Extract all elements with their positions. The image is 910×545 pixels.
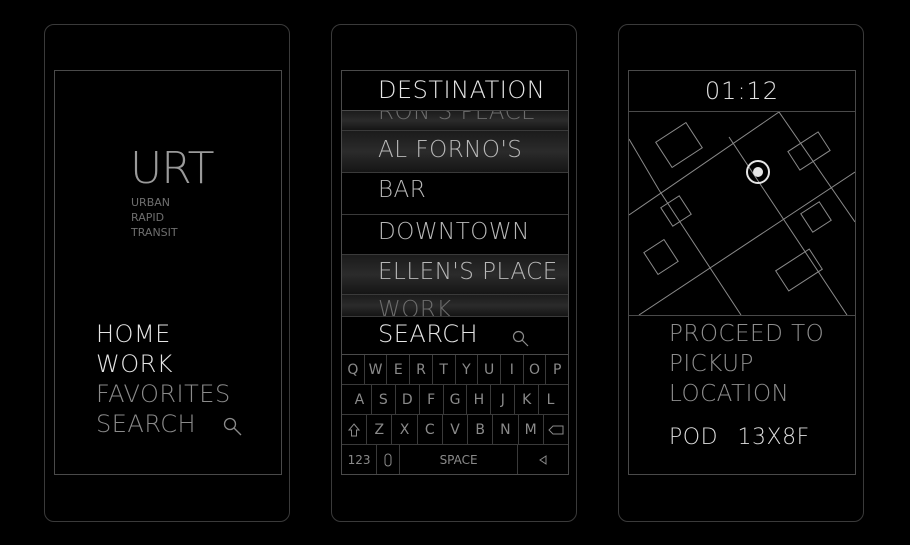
key-v[interactable]: V: [443, 415, 469, 444]
key-t[interactable]: T: [433, 355, 456, 384]
menu-item-home[interactable]: HOME: [96, 319, 231, 349]
home-screen: URT URBAN RAPID TRANSIT HOME WORK FAVORI…: [54, 70, 282, 475]
key-x[interactable]: X: [392, 415, 418, 444]
destination-title: DESTINATION: [378, 76, 546, 104]
search-icon[interactable]: [512, 326, 530, 354]
list-item[interactable]: RON'S PLACE: [342, 111, 568, 131]
space-key[interactable]: SPACE: [400, 445, 519, 474]
send-icon[interactable]: [518, 445, 568, 474]
key-z[interactable]: Z: [367, 415, 393, 444]
keyboard-row-1: Q W E R T Y U I O P: [342, 355, 568, 385]
list-item[interactable]: WORK: [342, 295, 568, 317]
instruction-line: PICKUP: [669, 351, 754, 377]
pod-info: POD 13X8F: [669, 425, 810, 450]
list-item[interactable]: ELLEN'S PLACE: [342, 255, 568, 295]
key-p[interactable]: P: [546, 355, 568, 384]
destination-screen: DESTINATION RON'S PLACE AL FORNO'S BAR D…: [341, 70, 569, 475]
search-label: SEARCH: [378, 320, 479, 348]
keyboard: Q W E R T Y U I O P A S D F G H J K L Z …: [342, 355, 568, 474]
search-icon[interactable]: [223, 417, 243, 441]
key-y[interactable]: Y: [456, 355, 479, 384]
phone-destination: DESTINATION RON'S PLACE AL FORNO'S BAR D…: [331, 24, 577, 522]
app-logo: URT: [130, 143, 214, 194]
key-r[interactable]: R: [410, 355, 433, 384]
pod-label: POD: [669, 425, 719, 450]
pickup-map[interactable]: [629, 111, 855, 316]
shift-icon[interactable]: [342, 415, 368, 444]
key-c[interactable]: C: [418, 415, 443, 444]
timer-bar: 01:12: [629, 71, 855, 112]
logo-subtitle: URBAN RAPID TRANSIT: [131, 195, 178, 240]
key-n[interactable]: N: [493, 415, 519, 444]
key-q[interactable]: Q: [342, 355, 365, 384]
key-a[interactable]: A: [348, 385, 372, 414]
key-l[interactable]: L: [539, 385, 562, 414]
list-item[interactable]: AL FORNO'S: [342, 131, 568, 173]
key-i[interactable]: I: [501, 355, 524, 384]
map-streets: [629, 111, 855, 316]
key-b[interactable]: B: [468, 415, 494, 444]
countdown-timer: 01:12: [704, 77, 780, 105]
instruction-line: PROCEED TO: [669, 321, 825, 347]
keyboard-row-4: 123 SPACE: [342, 445, 568, 474]
key-k[interactable]: K: [515, 385, 540, 414]
pickup-instructions: PROCEED TO PICKUP LOCATION: [669, 319, 824, 409]
destination-header: DESTINATION: [342, 71, 568, 111]
key-u[interactable]: U: [478, 355, 501, 384]
key-g[interactable]: G: [444, 385, 468, 414]
location-target-icon[interactable]: [745, 159, 771, 189]
numbers-key[interactable]: 123: [342, 445, 378, 474]
key-h[interactable]: H: [467, 385, 492, 414]
key-e[interactable]: E: [387, 355, 411, 384]
menu-item-search[interactable]: SEARCH: [96, 409, 231, 439]
search-bar[interactable]: SEARCH: [342, 317, 568, 355]
logo-line-rapid: RAPID: [131, 211, 165, 224]
menu-item-favorites[interactable]: FAVORITES: [96, 379, 231, 409]
menu-item-work[interactable]: WORK: [96, 349, 231, 379]
instruction-line: LOCATION: [669, 381, 790, 407]
key-w[interactable]: W: [365, 355, 388, 384]
key-m[interactable]: M: [519, 415, 544, 444]
pod-id: 13X8F: [737, 425, 810, 450]
key-o[interactable]: O: [524, 355, 547, 384]
key-f[interactable]: F: [420, 385, 444, 414]
keyboard-row-3: Z X C V B N M: [342, 415, 568, 445]
phone-pickup: 01:12 PROCEED TO PICKUP LOCATION POD 13X…: [618, 24, 864, 522]
key-s[interactable]: S: [372, 385, 396, 414]
key-j[interactable]: J: [491, 385, 516, 414]
phone-home: URT URBAN RAPID TRANSIT HOME WORK FAVORI…: [44, 24, 290, 522]
backspace-icon[interactable]: [544, 415, 568, 444]
mic-icon[interactable]: [377, 445, 400, 474]
pickup-screen: 01:12 PROCEED TO PICKUP LOCATION POD 13X…: [628, 70, 856, 475]
list-item[interactable]: DOWNTOWN: [342, 215, 568, 255]
key-d[interactable]: D: [396, 385, 420, 414]
main-menu: HOME WORK FAVORITES SEARCH: [96, 319, 231, 439]
list-item[interactable]: BAR: [342, 173, 568, 215]
keyboard-row-2: A S D F G H J K L: [342, 385, 568, 415]
logo-line-transit: TRANSIT: [131, 226, 178, 239]
logo-line-urban: URBAN: [131, 196, 170, 209]
